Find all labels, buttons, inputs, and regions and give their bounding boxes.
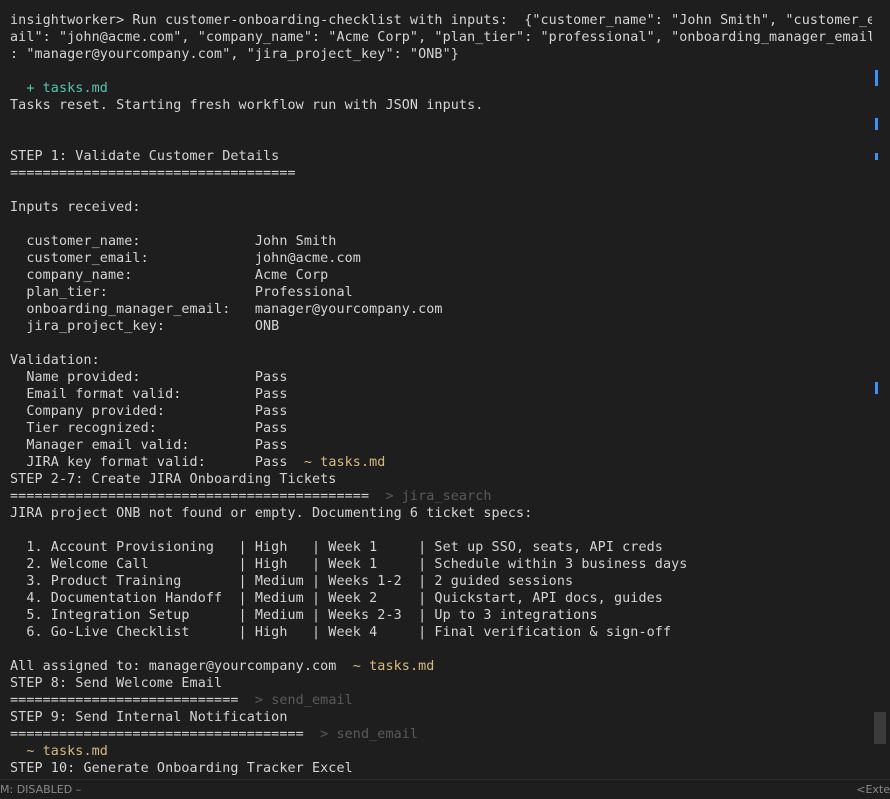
terminal-line-text: + tasks.md (10, 81, 108, 96)
terminal-line: customer_name: John Smith (10, 233, 336, 250)
terminal-line: All assigned to: manager@yourcompany.com… (10, 658, 434, 675)
terminal-line-text: ============================ (10, 693, 239, 708)
terminal-line: STEP 10: Generate Onboarding Tracker Exc… (10, 760, 353, 777)
terminal-line-annotation: > jira_search (369, 489, 492, 504)
terminal-line-text: plan_tier: Professional (10, 285, 353, 300)
terminal-line-text: Tier recognized: Pass (10, 421, 288, 436)
terminal-line: ~ tasks.md (10, 743, 108, 760)
terminal-line: STEP 1: Validate Customer Details (10, 148, 279, 165)
terminal-line-text: ail": "john@acme.com", "company_name": "… (10, 30, 872, 45)
terminal-line: : "manager@yourcompany.com", "jira_proje… (10, 46, 459, 63)
terminal-line: Email format valid: Pass (10, 386, 288, 403)
terminal-line-text: insightworker> Run customer-onboarding-c… (10, 13, 872, 28)
terminal-line: jira_project_key: ONB (10, 318, 279, 335)
terminal-line: plan_tier: Professional (10, 284, 353, 301)
terminal-line-text: STEP 10: Generate Onboarding Tracker Exc… (10, 761, 353, 776)
terminal-line: STEP 8: Send Welcome Email (10, 675, 222, 692)
terminal-line: Inputs received: (10, 199, 141, 216)
terminal-line-text: 4. Documentation Handoff | Medium | Week… (10, 591, 663, 606)
terminal-line: 6. Go-Live Checklist | High | Week 4 | F… (10, 624, 671, 641)
terminal-line: JIRA key format valid: Pass ~ tasks.md (10, 454, 385, 471)
terminal-line-text: customer_email: john@acme.com (10, 251, 361, 266)
terminal-line-text: STEP 9: Send Internal Notification (10, 710, 288, 725)
terminal-line-text: 3. Product Training | Medium | Weeks 1-2… (10, 574, 574, 589)
terminal-line: ============================ > send_emai… (10, 692, 353, 709)
terminal-line-text: Inputs received: (10, 200, 141, 215)
terminal-line: Validation: (10, 352, 100, 369)
terminal-line: Manager email valid: Pass (10, 437, 288, 454)
terminal-line-text: customer_name: John Smith (10, 234, 337, 249)
terminal-line-annotation: ~ tasks.md (336, 659, 435, 674)
status-left-text: M: DISABLED – (0, 783, 82, 796)
terminal-line: customer_email: john@acme.com (10, 250, 361, 267)
terminal-line: insightworker> Run customer-onboarding-c… (10, 12, 872, 29)
terminal-line: STEP 2-7: Create JIRA Onboarding Tickets (10, 471, 336, 488)
terminal-line-text: ==================================== (10, 727, 304, 742)
terminal-line-text: Tasks reset. Starting fresh workflow run… (10, 98, 484, 113)
terminal-line-text: STEP 8: Send Welcome Email (10, 676, 223, 691)
terminal-line-text: Company provided: Pass (10, 404, 288, 419)
terminal-line: ========================================… (10, 488, 492, 505)
terminal-line: 2. Welcome Call | High | Week 1 | Schedu… (10, 556, 687, 573)
terminal-line-text: =================================== (10, 166, 296, 181)
terminal-line-text: company_name: Acme Corp (10, 268, 329, 283)
terminal-line: Tier recognized: Pass (10, 420, 288, 437)
terminal-line-annotation: ~ tasks.md (287, 455, 386, 470)
terminal-line-text: 5. Integration Setup | Medium | Weeks 2-… (10, 608, 598, 623)
scrollbar[interactable] (872, 0, 890, 779)
terminal-line-text: Manager email valid: Pass (10, 438, 288, 453)
terminal-line-text: Validation: (10, 353, 100, 368)
terminal-line-text: 1. Account Provisioning | High | Week 1 … (10, 540, 663, 555)
terminal-line-text: Email format valid: Pass (10, 387, 288, 402)
terminal-line-text: STEP 2-7: Create JIRA Onboarding Tickets (10, 472, 337, 487)
terminal-line: onboarding_manager_email: manager@yourco… (10, 301, 443, 318)
terminal-line: ==================================== > s… (10, 726, 418, 743)
scroll-marker (875, 382, 878, 394)
terminal-line: Company provided: Pass (10, 403, 288, 420)
terminal-line-text: JIRA key format valid: Pass (10, 455, 288, 470)
terminal-line: + tasks.md (10, 80, 108, 97)
terminal-line-text: STEP 1: Validate Customer Details (10, 149, 280, 164)
status-bar: M: DISABLED – <Exte (0, 779, 890, 799)
terminal-line: 4. Documentation Handoff | Medium | Week… (10, 590, 663, 607)
terminal-output[interactable]: insightworker> Run customer-onboarding-c… (0, 0, 872, 779)
terminal-line-text: ~ tasks.md (10, 744, 108, 759)
terminal-line-text: 6. Go-Live Checklist | High | Week 4 | F… (10, 625, 672, 640)
terminal-line: =================================== (10, 165, 296, 182)
terminal-line: Tasks reset. Starting fresh workflow run… (10, 97, 483, 114)
terminal-line-text: JIRA project ONB not found or empty. Doc… (10, 506, 533, 521)
terminal-line: STEP 9: Send Internal Notification (10, 709, 288, 726)
terminal-line-text: : "manager@yourcompany.com", "jira_proje… (10, 47, 459, 62)
terminal-line-text: jira_project_key: ONB (10, 319, 280, 334)
terminal-line-annotation: > send_email (303, 727, 419, 742)
terminal-line: 1. Account Provisioning | High | Week 1 … (10, 539, 663, 556)
terminal-line: company_name: Acme Corp (10, 267, 328, 284)
scroll-marker (875, 70, 878, 86)
terminal-line: Name provided: Pass (10, 369, 288, 386)
terminal-line-annotation: > send_email (238, 693, 353, 708)
terminal-line: 5. Integration Setup | Medium | Weeks 2-… (10, 607, 598, 624)
scroll-marker (875, 153, 878, 160)
terminal-line-text: 2. Welcome Call | High | Week 1 | Schedu… (10, 557, 688, 572)
status-right-text: <Exte (856, 783, 890, 796)
terminal-line-text: Name provided: Pass (10, 370, 288, 385)
scroll-marker (875, 118, 878, 130)
terminal-line: 3. Product Training | Medium | Weeks 1-2… (10, 573, 573, 590)
terminal-line: JIRA project ONB not found or empty. Doc… (10, 505, 532, 522)
terminal-line: ail": "john@acme.com", "company_name": "… (10, 29, 872, 46)
terminal-line-text: ========================================… (10, 489, 370, 504)
scrollbar-thumb[interactable] (874, 712, 886, 744)
terminal-line-text: All assigned to: manager@yourcompany.com (10, 659, 337, 674)
terminal-line-text: onboarding_manager_email: manager@yourco… (10, 302, 443, 317)
